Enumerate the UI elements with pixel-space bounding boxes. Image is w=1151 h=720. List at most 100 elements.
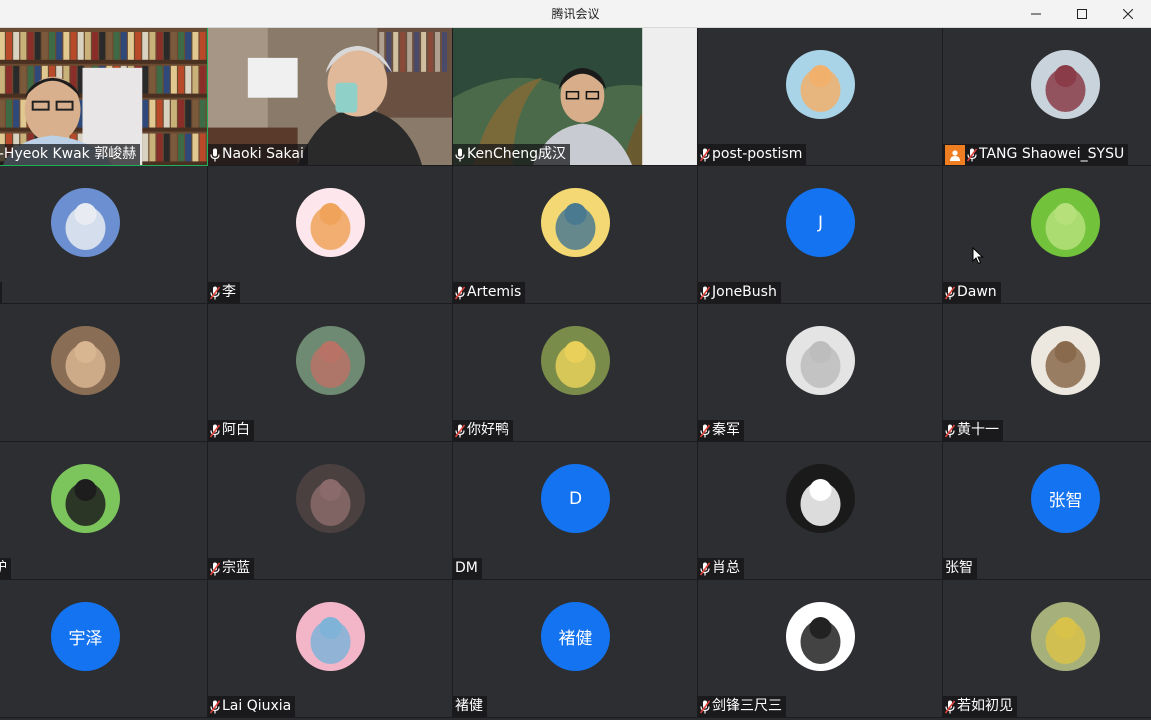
- participant-tile[interactable]: 肖总: [698, 442, 943, 580]
- mic-muted-icon: [210, 562, 220, 575]
- participant-name: DM: [455, 560, 478, 576]
- participant-nameplate: 你好鸭: [453, 420, 513, 441]
- avatar: [296, 464, 365, 533]
- avatar: [541, 188, 610, 257]
- avatar-initials: 褚健: [558, 629, 593, 649]
- participant-nameplate: TANG Shaowei_SYSU: [943, 144, 1129, 165]
- mic-muted-icon: [945, 424, 955, 437]
- avatar-initials: D: [568, 488, 583, 509]
- participant-tile[interactable]: Artemis: [453, 166, 698, 304]
- participant-nameplate: 宗蓝: [208, 558, 254, 579]
- avatar-image: [786, 326, 855, 395]
- close-button[interactable]: [1105, 0, 1151, 28]
- participant-name: 若如初见: [957, 698, 1013, 714]
- participant-tile[interactable]: 张智 张智: [943, 442, 1151, 580]
- participant-nameplate: 李: [208, 282, 240, 303]
- participant-name: 张智: [945, 560, 973, 576]
- avatar-image: [51, 464, 120, 533]
- avatar-initials: J: [817, 212, 823, 233]
- participant-name: 褚健: [455, 698, 483, 714]
- participant-nameplate: KenCheng成汉: [453, 144, 570, 165]
- participant-name: 李: [222, 284, 236, 300]
- participant-name: 秦军: [712, 422, 740, 438]
- participant-tile[interactable]: post-postism: [698, 28, 943, 166]
- maximize-button[interactable]: [1059, 0, 1105, 28]
- participant-tile[interactable]: 宗蓝: [208, 442, 453, 580]
- participant-name: 阿白: [222, 422, 250, 438]
- participant-name: JoneBush: [712, 284, 777, 300]
- participant-name: Artemis: [467, 284, 522, 300]
- avatar-image: [541, 326, 610, 395]
- avatar: [786, 602, 855, 671]
- mic-muted-icon: [700, 700, 710, 713]
- avatar: [51, 464, 120, 533]
- participant-tile[interactable]: 剑锋三尺三: [698, 580, 943, 718]
- participant-nameplate: post-postism: [698, 144, 807, 165]
- participant-tile[interactable]: 黄十一: [943, 304, 1151, 442]
- participant-nameplate: JoneBush: [698, 282, 781, 303]
- avatar-image: [296, 326, 365, 395]
- window-controls: [1013, 0, 1151, 28]
- participant-tile[interactable]: TANG Shaowei_SYSU: [943, 28, 1151, 166]
- mouse-cursor-icon: [972, 247, 984, 265]
- mic-muted-icon: [455, 286, 465, 299]
- participant-tile[interactable]: 田驴驴: [0, 442, 208, 580]
- participant-tile[interactable]: Tong: [0, 166, 208, 304]
- participant-tile[interactable]: 宇泽宇泽: [0, 580, 208, 718]
- avatar: [541, 326, 610, 395]
- avatar: [296, 326, 365, 395]
- mic-muted-icon: [967, 148, 977, 161]
- participant-tile[interactable]: B: [0, 304, 208, 442]
- minimize-icon: [1031, 13, 1041, 15]
- participant-tile[interactable]: Naoki Sakai: [208, 28, 453, 166]
- participant-nameplate: Dawn: [943, 282, 1001, 303]
- participant-tile[interactable]: J JoneBush: [698, 166, 943, 304]
- mic-muted-icon: [210, 286, 220, 299]
- close-icon: [1123, 9, 1133, 19]
- mic-muted-icon: [700, 562, 710, 575]
- participant-name: 剑锋三尺三: [712, 698, 782, 714]
- mic-muted-icon: [700, 286, 710, 299]
- avatar-initials: 张智: [1048, 491, 1083, 511]
- participant-tile[interactable]: KenCheng成汉: [453, 28, 698, 166]
- participant-nameplate: 剑锋三尺三: [698, 696, 786, 717]
- avatar: [786, 464, 855, 533]
- participant-nameplate: 黄十一: [943, 420, 1003, 441]
- title-bar: 腾讯会议: [0, 0, 1151, 28]
- avatar-image: [1031, 188, 1100, 257]
- participant-nameplate: 肖总: [698, 558, 744, 579]
- mic-muted-icon: [945, 286, 955, 299]
- participant-nameplate: Tong: [0, 282, 2, 303]
- avatar-image: [51, 188, 120, 257]
- participant-name: Lai Qiuxia: [222, 698, 292, 714]
- participant-nameplate: Artemis: [453, 282, 526, 303]
- participant-tile[interactable]: 你好鸭: [453, 304, 698, 442]
- participant-tile[interactable]: Dawn: [943, 166, 1151, 304]
- participant-nameplate: 田驴驴: [0, 558, 11, 579]
- participant-name: 肖总: [712, 560, 740, 576]
- minimize-button[interactable]: [1013, 0, 1059, 28]
- participant-tile[interactable]: 褚健 褚健: [453, 580, 698, 718]
- participant-name: post-postism: [712, 146, 803, 162]
- avatar: [51, 326, 120, 395]
- avatar: [296, 602, 365, 671]
- maximize-icon: [1077, 9, 1087, 19]
- participant-name: 田驴驴: [0, 558, 7, 579]
- avatar: [786, 326, 855, 395]
- participant-tile[interactable]: 阿白: [208, 304, 453, 442]
- avatar: [1031, 326, 1100, 395]
- participant-name: Dawn: [957, 284, 997, 300]
- mic-muted-icon: [700, 424, 710, 437]
- participant-tile[interactable]: 若如初见: [943, 580, 1151, 718]
- avatar: 宇泽: [51, 602, 120, 671]
- participant-name: Jun-Hyeok Kwak 郭峻赫: [0, 146, 137, 162]
- participant-tile[interactable]: 李: [208, 166, 453, 304]
- participant-tile[interactable]: Jun-Hyeok Kwak 郭峻赫: [0, 28, 208, 166]
- participant-tile[interactable]: D DM: [453, 442, 698, 580]
- mic-muted-icon: [210, 424, 220, 437]
- participant-tile[interactable]: 秦军: [698, 304, 943, 442]
- mic-muted-icon: [700, 148, 710, 161]
- participant-tile[interactable]: Lai Qiuxia: [208, 580, 453, 718]
- avatar-image: [51, 326, 120, 395]
- participant-nameplate: 阿白: [208, 420, 254, 441]
